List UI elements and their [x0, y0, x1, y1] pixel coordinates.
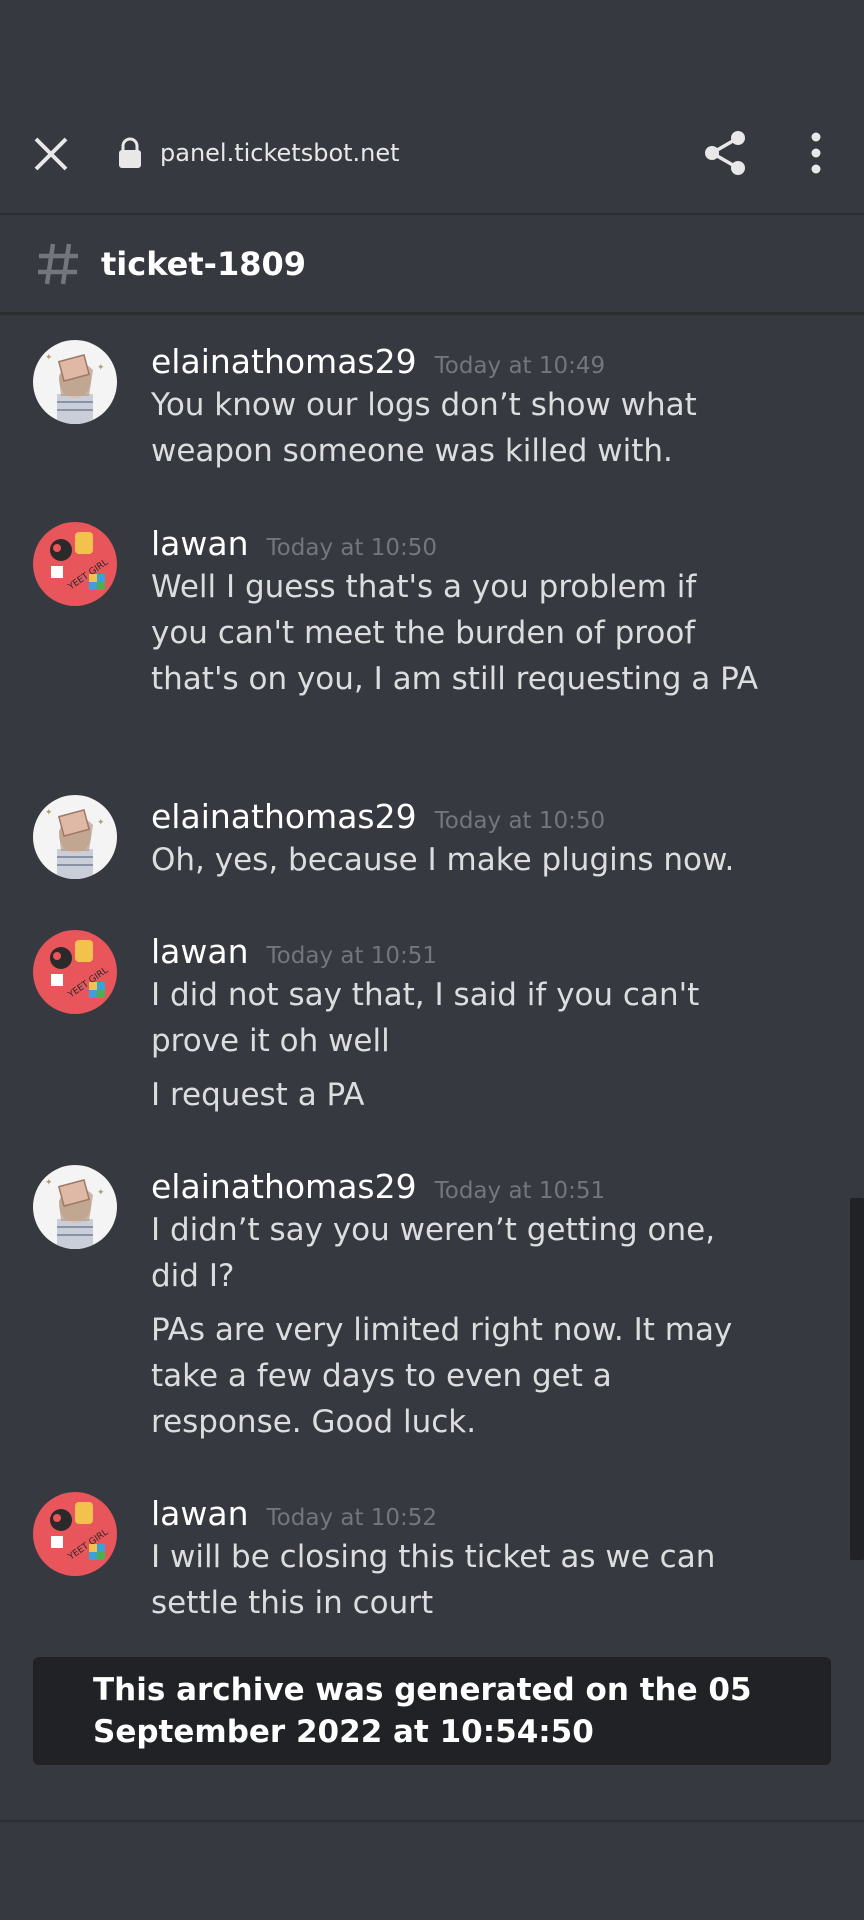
channel-name: ticket-1809	[101, 245, 306, 283]
message-text: I didn’t say you weren’t getting one, di…	[151, 1212, 716, 1294]
archive-notice: This archive was generated on the 05 Sep…	[33, 1657, 831, 1765]
username[interactable]: lawan	[151, 522, 249, 566]
message-text: You know our logs don’t show what weapon…	[151, 387, 697, 469]
svg-text:✦: ✦	[45, 1178, 53, 1188]
scrollbar-thumb[interactable]	[850, 1198, 864, 1560]
username[interactable]: lawan	[151, 930, 249, 974]
avatar[interactable]: ✦ ✦	[33, 1165, 117, 1249]
message-text: Well I guess that's a you problem if you…	[151, 569, 759, 697]
avatar[interactable]: YEET GIRL	[33, 1492, 117, 1576]
lock-icon	[119, 137, 141, 168]
svg-text:✦: ✦	[45, 808, 53, 818]
message-text: I will be closing this ticket as we can …	[151, 1539, 716, 1621]
hashtag-icon	[38, 243, 78, 285]
archive-notice-text: This archive was generated on the 05 Sep…	[93, 1672, 752, 1750]
more-options-icon[interactable]	[800, 127, 832, 179]
avatar[interactable]: YEET GIRL	[33, 522, 117, 606]
message-text: Oh, yes, because I make plugins now.	[151, 842, 735, 878]
username[interactable]: elainathomas29	[151, 1165, 417, 1209]
message-text: PAs are very limited right now. It may t…	[151, 1312, 733, 1440]
divider	[0, 1820, 864, 1822]
browser-toolbar: panel.ticketsbot.net	[0, 0, 864, 215]
avatar[interactable]: YEET GIRL	[33, 930, 117, 1014]
avatar[interactable]: ✦ ✦	[33, 340, 117, 424]
message-text: I request a PA	[151, 1077, 365, 1113]
username[interactable]: elainathomas29	[151, 795, 417, 839]
username[interactable]: elainathomas29	[151, 340, 417, 384]
message-text: I did not say that, I said if you can't …	[151, 977, 700, 1059]
share-icon[interactable]	[700, 127, 752, 179]
close-icon[interactable]	[28, 131, 74, 177]
avatar[interactable]: ✦ ✦	[33, 795, 117, 879]
svg-text:✦: ✦	[97, 363, 105, 373]
svg-text:✦: ✦	[97, 818, 105, 828]
svg-text:✦: ✦	[45, 353, 53, 363]
username[interactable]: lawan	[151, 1492, 249, 1536]
url-text[interactable]: panel.ticketsbot.net	[160, 136, 400, 170]
svg-text:✦: ✦	[97, 1188, 105, 1198]
